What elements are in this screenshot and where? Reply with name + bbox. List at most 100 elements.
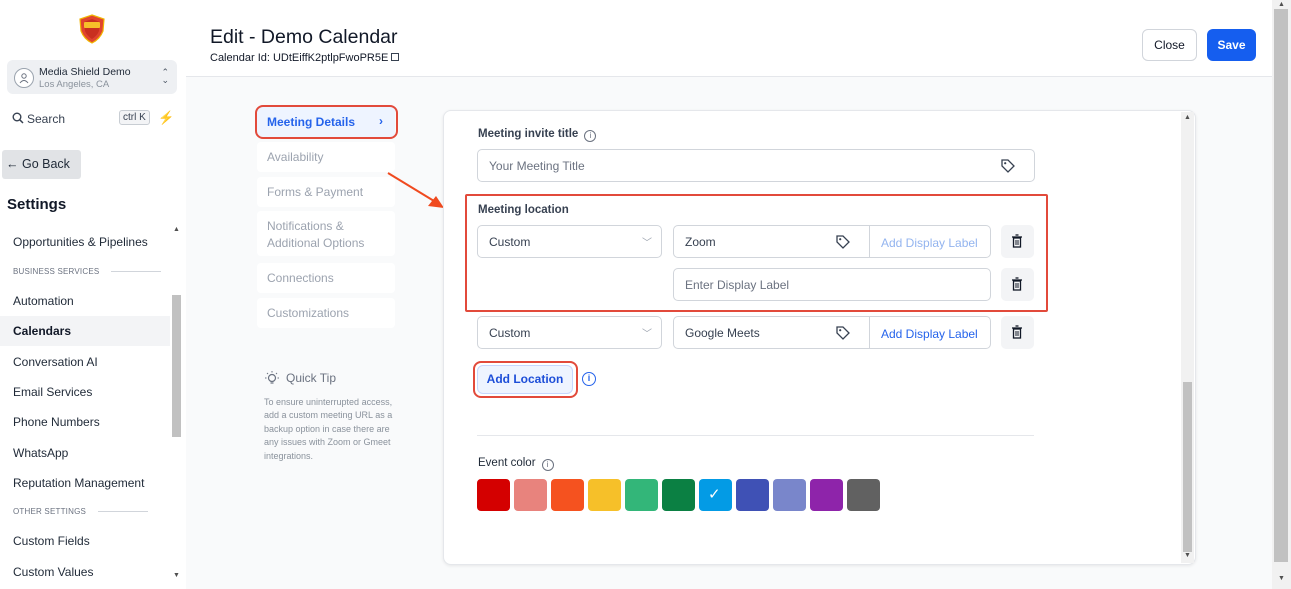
trash-icon <box>1012 234 1022 248</box>
sidebar-item-custom-fields[interactable]: Custom Fields <box>13 534 90 548</box>
color-swatch[interactable]: ✓ <box>699 479 732 511</box>
location-value-input-1[interactable]: Zoom <box>673 225 870 258</box>
lightbulb-icon <box>265 371 279 384</box>
color-swatch[interactable] <box>773 479 806 511</box>
sidebar-scrollbar-thumb[interactable] <box>172 295 181 437</box>
delete-location-button-2[interactable] <box>1001 316 1034 349</box>
go-back-button[interactable]: ← Go Back <box>2 150 81 179</box>
invite-title-label-text: Meeting invite title <box>478 128 579 140</box>
scroll-up-icon[interactable]: ▲ <box>1184 114 1191 121</box>
calendar-id: Calendar Id: UDtEiffK2ptlpFwoPR5E <box>210 52 400 64</box>
sidebar-item-email-services[interactable]: Email Services <box>13 385 92 399</box>
meeting-location-label: Meeting location <box>478 204 569 216</box>
step-customizations[interactable]: Customizations <box>257 298 395 328</box>
nav-section-business: BUSINESS SERVICES <box>13 267 162 276</box>
nav-section-label: OTHER SETTINGS <box>13 507 87 516</box>
color-swatch[interactable] <box>588 479 621 511</box>
color-swatch[interactable] <box>736 479 769 511</box>
page-scrollbar[interactable]: ▲ ▼ <box>1272 0 1291 589</box>
tag-icon[interactable] <box>835 325 851 341</box>
info-icon[interactable]: i <box>541 459 554 471</box>
scroll-up-icon[interactable]: ▲ <box>1278 1 1285 8</box>
bolt-icon[interactable]: ⚡ <box>158 110 174 126</box>
info-icon[interactable]: i <box>584 130 597 142</box>
add-display-label-button-2[interactable]: Add Display Label <box>870 316 991 349</box>
annotation-arrow-icon <box>387 172 444 208</box>
step-forms-payment[interactable]: Forms & Payment <box>257 177 395 207</box>
check-icon: ✓ <box>708 486 721 503</box>
scroll-up-icon[interactable]: ▲ <box>173 226 180 233</box>
sidebar-item-reputation[interactable]: Reputation Management <box>13 476 144 490</box>
info-icon[interactable]: i <box>582 372 596 386</box>
color-swatch[interactable] <box>810 479 843 511</box>
sidebar-item-automation[interactable]: Automation <box>13 294 74 308</box>
nav-section-other: OTHER SETTINGS <box>13 507 149 516</box>
sidebar-item-conversation-ai[interactable]: Conversation AI <box>13 355 98 369</box>
location-type-select-1[interactable]: Custom ﹀ <box>477 225 662 258</box>
location-type-select-2[interactable]: Custom ﹀ <box>477 316 662 349</box>
app-root: Media Shield Demo Los Angeles, CA ⌃ ⌄ Sea… <box>0 0 1291 589</box>
quick-tip-label: Quick Tip <box>286 371 337 386</box>
display-label-input[interactable]: Enter Display Label <box>673 268 991 301</box>
account-switcher[interactable]: Media Shield Demo Los Angeles, CA ⌃ ⌄ <box>7 60 177 94</box>
sidebar-search[interactable]: Search ctrl K ⚡ <box>8 108 176 130</box>
page-scrollbar-thumb[interactable] <box>1274 9 1288 562</box>
sidebar-item-custom-values[interactable]: Custom Values <box>13 565 93 579</box>
color-swatch[interactable] <box>847 479 880 511</box>
step-notifications[interactable]: Notifications & Additional Options <box>257 211 395 256</box>
account-location: Los Angeles, CA <box>39 79 110 90</box>
scroll-down-icon[interactable]: ▼ <box>173 572 180 579</box>
calendar-id-text: Calendar Id: UDtEiffK2ptlpFwoPR5E <box>210 52 389 64</box>
card-scrollbar[interactable]: ▲ ▼ <box>1181 112 1194 563</box>
tag-icon[interactable] <box>835 234 851 250</box>
step-availability[interactable]: Availability <box>257 142 395 172</box>
brand-logo-icon <box>79 14 105 44</box>
trash-icon <box>1012 277 1022 291</box>
chevron-down-icon: ﹀ <box>642 238 652 249</box>
highlight-meeting-details <box>255 105 398 139</box>
sidebar-item-calendars[interactable]: Calendars <box>0 316 170 346</box>
sidebar-item-opportunities[interactable]: Opportunities & Pipelines <box>13 235 148 249</box>
color-swatch[interactable] <box>662 479 695 511</box>
add-display-label-button-1[interactable]: Add Display Label <box>870 225 991 258</box>
color-swatch[interactable] <box>514 479 547 511</box>
quick-tip-title: Quick Tip <box>263 370 336 388</box>
location-value: Zoom <box>685 235 716 249</box>
scroll-down-icon[interactable]: ▼ <box>1278 575 1285 582</box>
account-avatar-icon <box>14 68 34 88</box>
color-swatch[interactable] <box>551 479 584 511</box>
sidebar-item-phone-numbers[interactable]: Phone Numbers <box>13 415 100 429</box>
account-name: Media Shield Demo <box>39 66 131 78</box>
delete-display-label-button[interactable] <box>1001 268 1034 301</box>
invite-title-placeholder: Your Meeting Title <box>489 159 585 173</box>
quick-tip-text: To ensure uninterrupted access, add a cu… <box>264 397 393 461</box>
location-value-input-2[interactable]: Google Meets <box>673 316 870 349</box>
step-connections[interactable]: Connections <box>257 263 395 293</box>
sidebar: Media Shield Demo Los Angeles, CA ⌃ ⌄ Sea… <box>0 0 186 589</box>
close-button[interactable]: Close <box>1142 29 1197 61</box>
card-scrollbar-thumb[interactable] <box>1183 382 1192 552</box>
location-value: Google Meets <box>685 326 760 340</box>
scroll-down-icon[interactable]: ▼ <box>1184 552 1191 559</box>
color-swatch[interactable] <box>625 479 658 511</box>
highlight-add-location <box>473 361 578 398</box>
nav-section-label: BUSINESS SERVICES <box>13 267 100 276</box>
invite-title-label: Meeting invite title i <box>478 128 597 142</box>
delete-location-button-1[interactable] <box>1001 225 1034 258</box>
chevron-updown-icon: ⌃ ⌄ <box>161 67 169 85</box>
search-icon <box>12 112 24 124</box>
chevron-down-icon: ﹀ <box>642 329 652 340</box>
page-title: Edit - Demo Calendar <box>210 26 398 48</box>
copy-icon[interactable] <box>391 53 400 61</box>
search-shortcut: ctrl K <box>119 110 150 125</box>
color-swatch[interactable] <box>477 479 510 511</box>
invite-title-input[interactable]: Your Meeting Title <box>477 149 1035 182</box>
sidebar-item-whatsapp[interactable]: WhatsApp <box>13 446 68 460</box>
display-label-placeholder: Enter Display Label <box>685 278 790 292</box>
save-button[interactable]: Save <box>1207 29 1256 61</box>
settings-nav: Opportunities & Pipelines BUSINESS SERVI… <box>0 222 170 585</box>
location-type-value: Custom <box>489 235 531 249</box>
section-divider <box>477 435 1034 436</box>
location-type-value: Custom <box>489 326 531 340</box>
tag-icon[interactable] <box>1000 158 1016 174</box>
